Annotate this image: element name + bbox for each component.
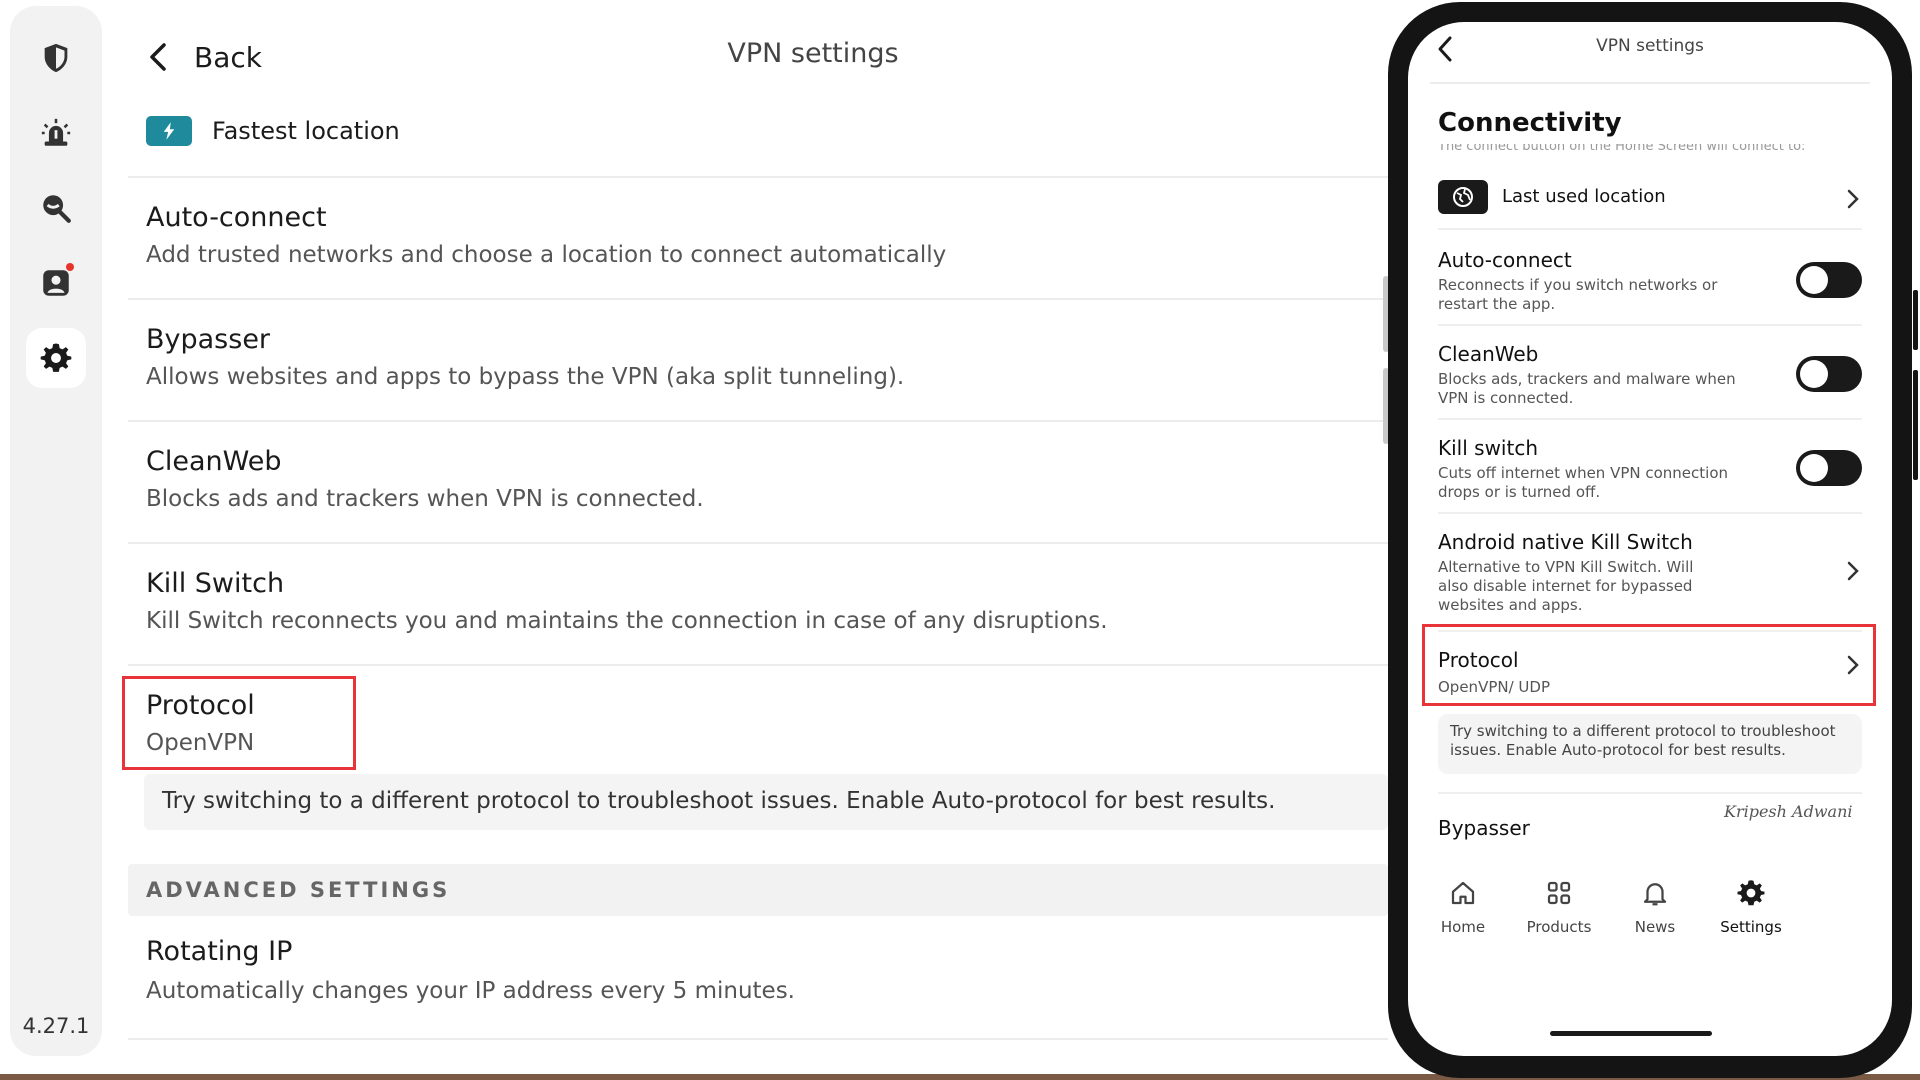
mobile-header: VPN settings	[1408, 22, 1892, 84]
vpn-settings-panel: Back VPN settings Fastest location Auto-…	[122, 0, 1388, 1074]
row-divider	[1438, 228, 1862, 230]
row-title: Auto-connect	[1438, 248, 1572, 272]
mobile-cleanweb-row: CleanWeb Blocks ads, trackers and malwar…	[1438, 328, 1862, 408]
gear-icon	[1737, 880, 1765, 906]
gear-icon	[40, 343, 72, 372]
row-title: Kill switch	[1438, 436, 1538, 460]
tab-settings[interactable]: Settings	[1696, 878, 1806, 936]
tab-label: News	[1634, 918, 1676, 936]
location-label: Last used location	[1502, 186, 1666, 207]
tab-label: Home	[1440, 918, 1486, 936]
kill-switch-toggle[interactable]	[1796, 450, 1862, 486]
nav-shield-button[interactable]	[26, 28, 86, 88]
row-divider	[1438, 418, 1862, 420]
toggle-knob	[1800, 266, 1828, 294]
top-bar: Back VPN settings	[128, 28, 1388, 84]
setting-subtitle: Automatically changes your IP address ev…	[146, 978, 795, 1004]
author-signature: Kripesh Adwani	[1724, 802, 1853, 821]
section-title: Connectivity	[1438, 108, 1622, 138]
page-title: VPN settings	[727, 38, 899, 69]
cleanweb-toggle[interactable]	[1796, 356, 1862, 392]
mobile-auto-connect-row: Auto-connect Reconnects if you switch ne…	[1438, 234, 1862, 314]
tab-home[interactable]: Home	[1408, 878, 1518, 936]
setting-subtitle: Add trusted networks and choose a locati…	[146, 242, 947, 268]
protocol-highlight-box	[122, 676, 356, 770]
mobile-protocol-tip-text: Try switching to a different protocol to…	[1450, 722, 1836, 759]
phone-side-button	[1913, 290, 1918, 350]
protocol-tip: Try switching to a different protocol to…	[144, 774, 1388, 830]
setting-title: CleanWeb	[146, 446, 282, 477]
mobile-title: VPN settings	[1596, 36, 1704, 56]
bolt-icon	[146, 116, 192, 146]
row-title: CleanWeb	[1438, 342, 1539, 366]
row-subtitle: Cuts off internet when VPN connection dr…	[1438, 464, 1729, 501]
toggle-knob	[1800, 454, 1828, 482]
mobile-protocol-tip: Try switching to a different protocol to…	[1438, 714, 1862, 774]
auto-connect-toggle[interactable]	[1796, 262, 1862, 298]
nav-alert-button[interactable]	[26, 103, 86, 163]
protocol-tip-text: Try switching to a different protocol to…	[162, 788, 1276, 814]
phone-frame: VPN settings Connectivity The connect bu…	[1388, 2, 1912, 1078]
tab-label: Settings	[1720, 918, 1782, 936]
setting-auto-connect[interactable]: Auto-connect Add trusted networks and ch…	[128, 176, 1388, 300]
tab-products[interactable]: Products	[1504, 878, 1614, 936]
setting-title: Auto-connect	[146, 202, 327, 233]
protocol-highlight-box	[1422, 624, 1876, 706]
alert-icon	[41, 118, 71, 146]
row-divider	[1438, 512, 1862, 514]
advanced-settings-label: ADVANCED SETTINGS	[146, 878, 451, 902]
last-used-location-row[interactable]: Last used location	[1438, 180, 1862, 218]
section-description: The connect button on the Home Screen wi…	[1438, 144, 1806, 152]
phone-side-button	[1913, 370, 1918, 480]
setting-subtitle: Allows websites and apps to bypass the V…	[146, 364, 905, 390]
fastest-location-label: Fastest location	[212, 117, 400, 145]
row-subtitle: Reconnects if you switch networks or res…	[1438, 276, 1718, 313]
setting-title: Kill Switch	[146, 568, 285, 599]
setting-title: Rotating IP	[146, 936, 293, 967]
nav-settings-button[interactable]	[26, 328, 86, 388]
setting-kill-switch[interactable]: Kill Switch Kill Switch reconnects you a…	[128, 542, 1388, 666]
advanced-settings-header: ADVANCED SETTINGS	[128, 864, 1388, 916]
setting-title: Bypasser	[146, 324, 271, 355]
setting-cleanweb[interactable]: CleanWeb Blocks ads and trackers when VP…	[128, 420, 1388, 544]
notification-dot	[66, 263, 74, 271]
home-icon	[1451, 881, 1475, 905]
grid-icon	[1547, 881, 1571, 905]
setting-subtitle: Blocks ads and trackers when VPN is conn…	[146, 486, 704, 512]
tab-news[interactable]: News	[1600, 878, 1710, 936]
mobile-kill-switch-row: Kill switch Cuts off internet when VPN c…	[1438, 422, 1862, 502]
row-divider	[1438, 324, 1862, 326]
globe-icon	[1438, 180, 1488, 214]
mobile-tab-bar: Home Products News Settings	[1408, 868, 1892, 962]
toggle-knob	[1800, 360, 1828, 388]
nav-search-button[interactable]	[26, 178, 86, 238]
chevron-right-icon	[1847, 189, 1859, 209]
row-title: Android native Kill Switch	[1438, 530, 1693, 554]
mobile-native-kill-switch-row[interactable]: Android native Kill Switch Alternative t…	[1438, 516, 1862, 620]
bell-icon	[1643, 883, 1667, 906]
chevron-right-icon	[1847, 561, 1859, 581]
fastest-location-option[interactable]: Fastest location	[146, 114, 400, 148]
row-divider	[1438, 792, 1862, 794]
home-indicator	[1550, 1031, 1712, 1036]
tab-label: Products	[1526, 918, 1592, 936]
nav-rail: 4.27.1	[10, 6, 102, 1056]
app-version: 4.27.1	[22, 1014, 90, 1038]
row-title: Bypasser	[1438, 816, 1530, 840]
setting-bypasser[interactable]: Bypasser Allows websites and apps to byp…	[128, 298, 1388, 422]
setting-rotating-ip[interactable]: Rotating IP Automatically changes your I…	[128, 916, 1388, 1040]
row-subtitle: Alternative to VPN Kill Switch. Will als…	[1438, 558, 1694, 614]
nav-account-button[interactable]	[26, 253, 86, 313]
row-subtitle: Blocks ads, trackers and malware when VP…	[1438, 370, 1736, 407]
header-divider	[1430, 82, 1870, 84]
account-icon	[43, 270, 69, 296]
search-icon	[43, 195, 71, 223]
phone-screen: VPN settings Connectivity The connect bu…	[1408, 22, 1892, 1056]
shield-icon	[44, 43, 68, 73]
setting-subtitle: Kill Switch reconnects you and maintains…	[146, 608, 1108, 634]
